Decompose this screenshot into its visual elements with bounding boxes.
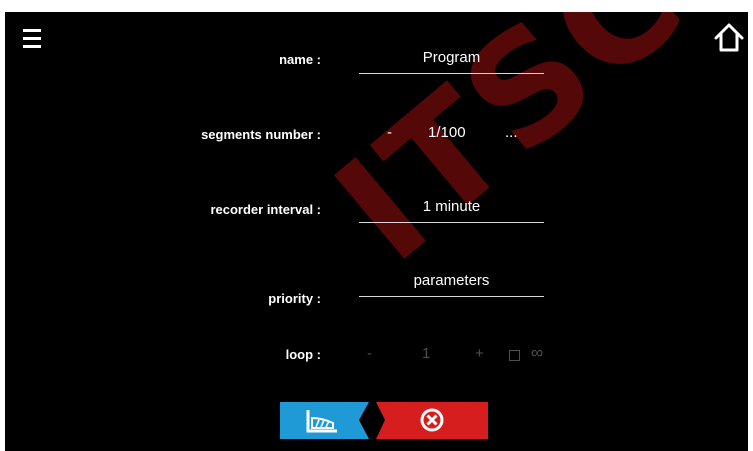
chart-button[interactable] (280, 402, 369, 439)
priority-label: priority : (268, 291, 321, 306)
cancel-button[interactable] (376, 402, 488, 439)
name-field[interactable]: Program (359, 49, 544, 74)
segments-number-label: segments number : (201, 127, 321, 142)
loop-label: loop : (285, 347, 321, 362)
segments-decrement-button[interactable]: - (387, 124, 392, 141)
program-settings-screen: ITSCHE name : Program segments number : … (5, 12, 748, 451)
priority-field[interactable]: parameters (359, 272, 544, 297)
loop-infinite-checkbox[interactable] (509, 350, 520, 361)
loop-count-value: 1 (422, 345, 431, 362)
recorder-interval-label: recorder interval : (210, 202, 321, 217)
close-circle-icon (376, 402, 444, 439)
loop-increment-button[interactable]: + (475, 345, 484, 362)
segments-more-button[interactable]: ... (505, 124, 518, 141)
segments-number-value: 1/100 (428, 124, 466, 141)
chart-icon (306, 402, 369, 439)
recorder-interval-field[interactable]: 1 minute (359, 198, 544, 223)
infinity-icon: ∞ (531, 343, 544, 362)
hamburger-menu-icon[interactable] (23, 26, 45, 50)
name-label: name : (279, 52, 321, 67)
loop-decrement-button[interactable]: - (367, 345, 372, 362)
home-icon[interactable] (712, 20, 746, 54)
